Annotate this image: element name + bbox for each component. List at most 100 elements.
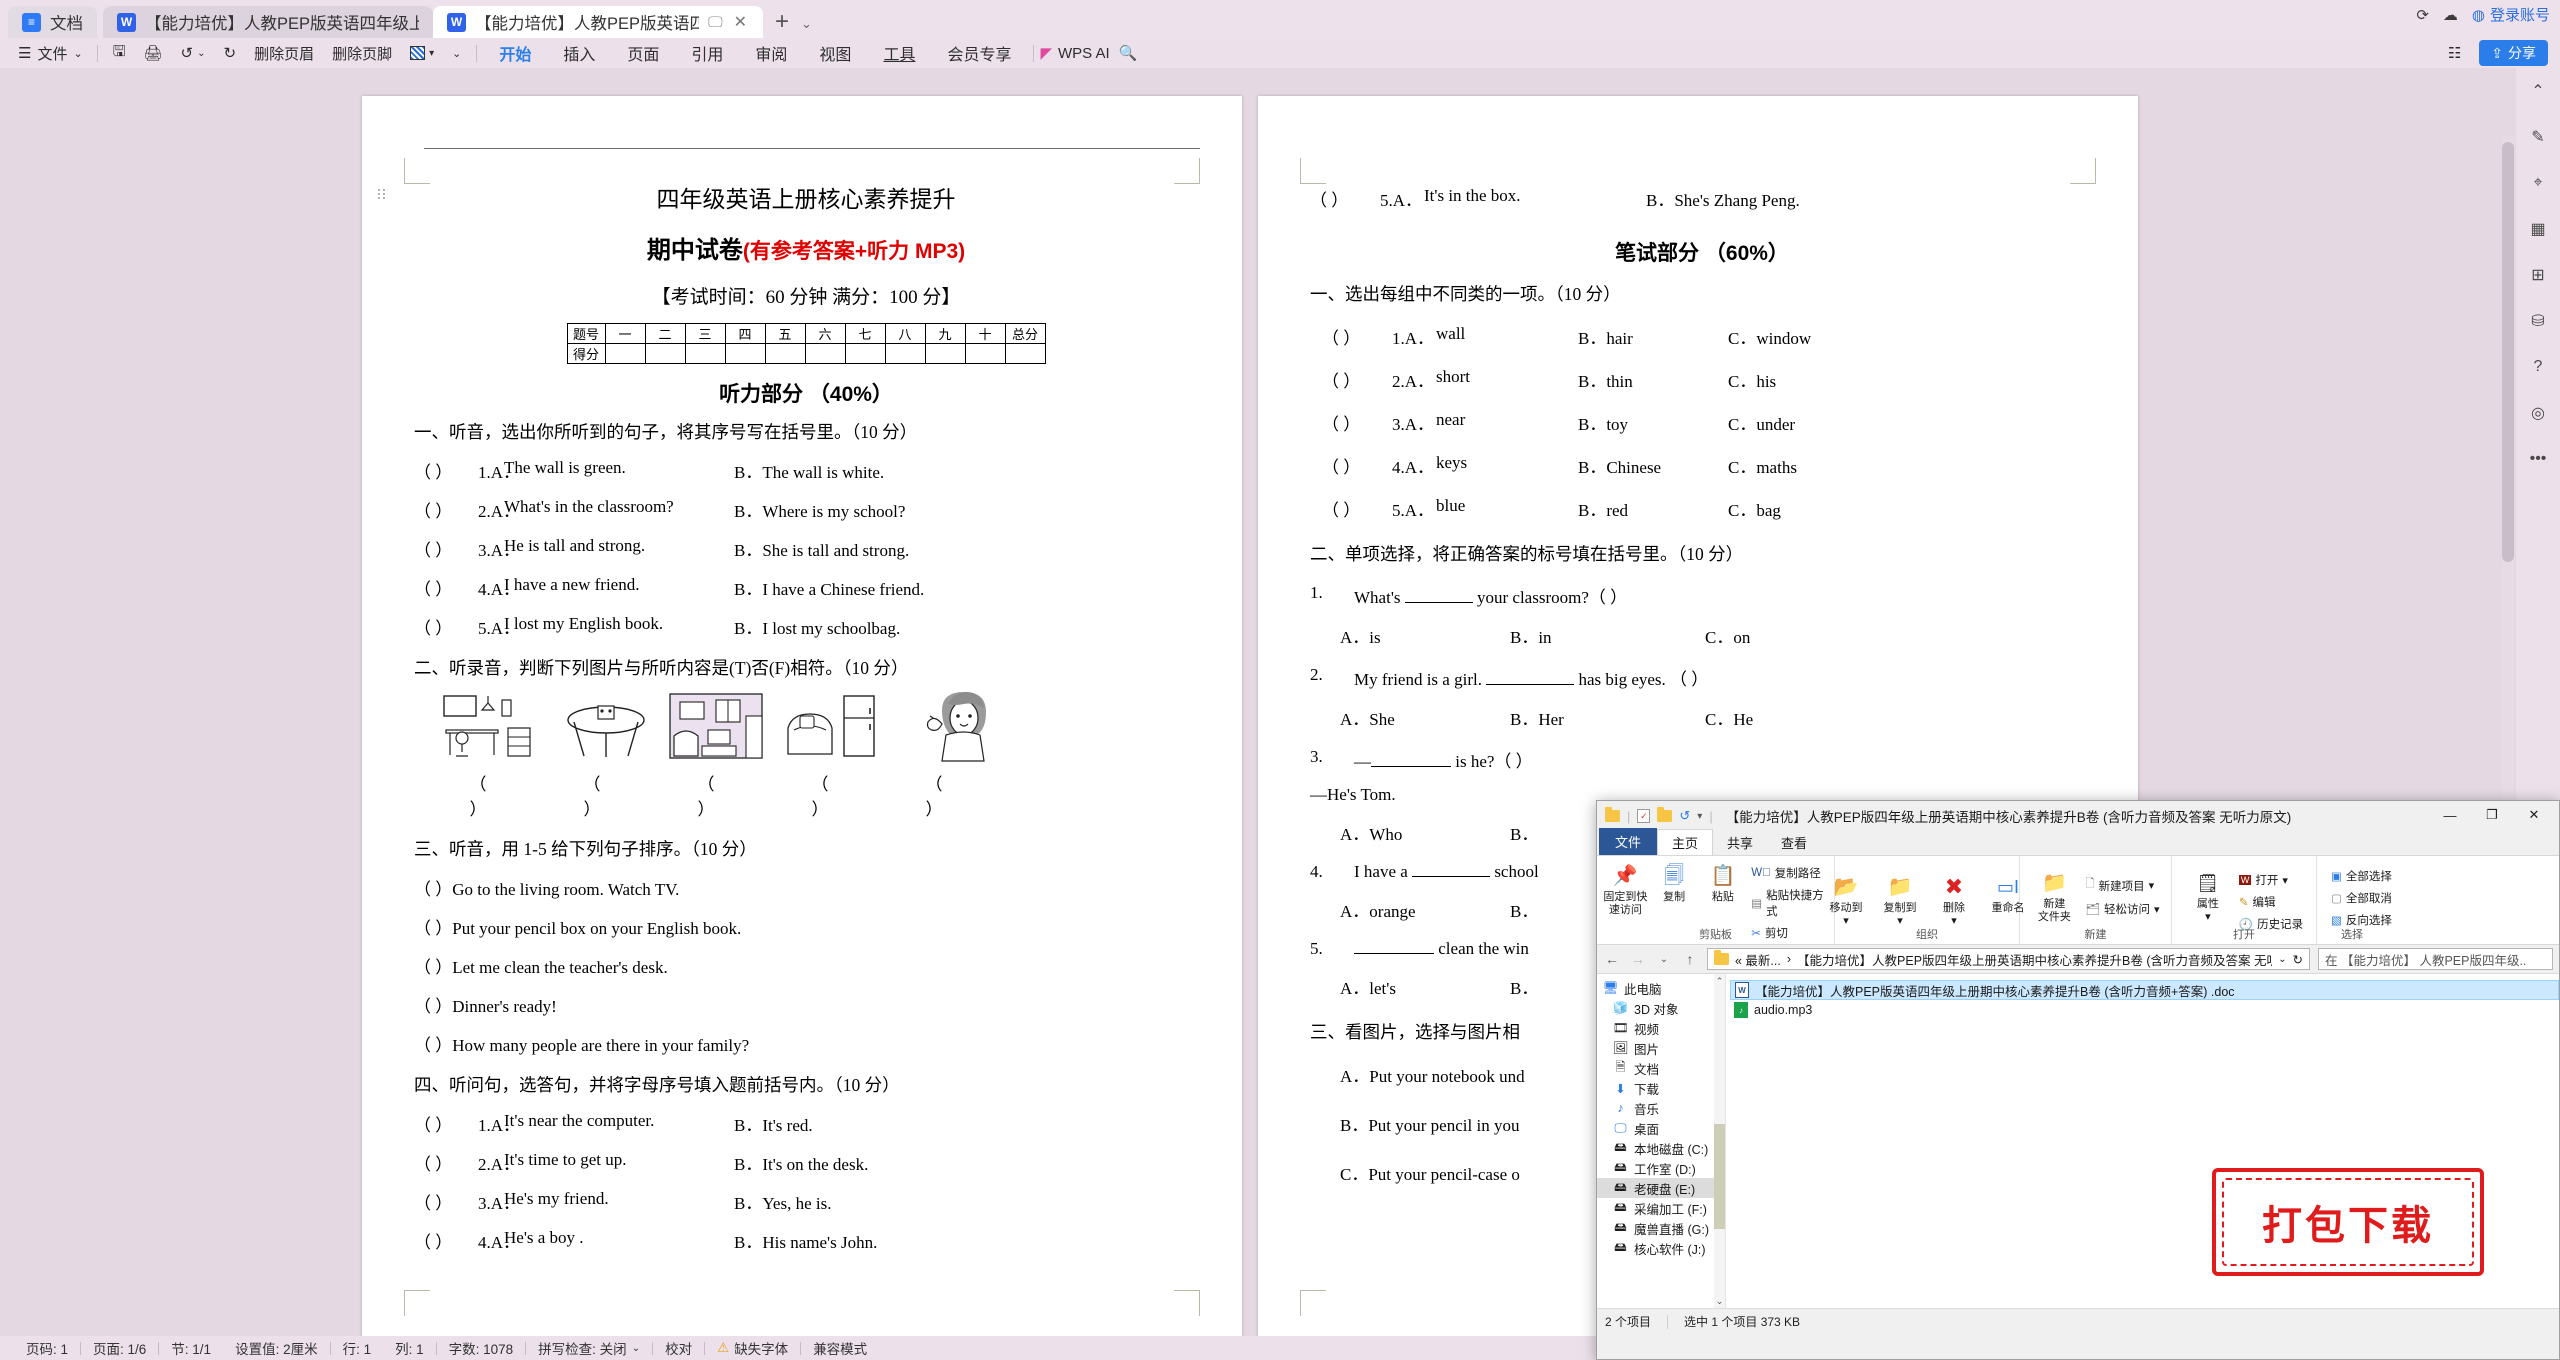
customize-toolbar-button[interactable]: ⌄ xyxy=(443,41,470,65)
nav-item-documents[interactable]: 🗎 文档 xyxy=(1597,1058,1725,1078)
status-pages[interactable]: 页面: 1/6 xyxy=(81,1338,158,1358)
ribbon-tab-tools[interactable]: 工具 xyxy=(867,41,931,65)
nav-item-drive-e[interactable]: 🖴 老硬盘 (E:) xyxy=(1597,1178,1725,1198)
eye-icon[interactable]: ◎ xyxy=(2525,400,2551,426)
navigation-pane[interactable]: 🖥 此电脑 🧊 3D 对象 🎞 视频 🖼 图片 🗎 文档 ⬇ 下载 ♪ 音乐 🖵 桌面 🖴 本地磁… xyxy=(1597,974,1725,1308)
undo-button[interactable]: ↺ ⌄ xyxy=(172,41,215,65)
ribbon-tab-page[interactable]: 页面 xyxy=(611,41,675,65)
new-folder-button[interactable]: 📁 新建 文件夹 xyxy=(2029,866,2079,923)
status-col[interactable]: 列: 1 xyxy=(383,1338,436,1358)
scroll-up-arrow-icon[interactable]: ⌃ xyxy=(1714,974,1725,988)
ribbon-tab-reference[interactable]: 引用 xyxy=(675,41,739,65)
table-icon[interactable]: ⊞ xyxy=(2525,262,2551,288)
status-page-number[interactable]: 页码: 1 xyxy=(14,1338,80,1358)
nav-item-pictures[interactable]: 🖼 图片 xyxy=(1597,1038,1725,1058)
ribbon-tab-start[interactable]: 开始 xyxy=(483,41,547,65)
help-icon[interactable]: ? xyxy=(2525,354,2551,380)
file-explorer-titlebar[interactable]: | ✓ ↺ ▾ | 【能力培优】人教PEP版四年级上册英语期中核心素养提升B卷 … xyxy=(1597,801,2559,831)
status-setting[interactable]: 设置值: 2厘米 xyxy=(223,1338,330,1358)
print-preview-button[interactable]: 🖨 xyxy=(134,41,171,65)
easy-access-button[interactable]: 🗂 轻松访问 ▾ xyxy=(2083,899,2161,919)
open-with-button[interactable]: W 打开 ▾ xyxy=(2237,870,2305,890)
copy-to-button[interactable]: 📁 复制到 ▾ xyxy=(1875,870,1925,927)
close-button[interactable]: ✕ xyxy=(2513,801,2555,829)
address-input[interactable]: « 最新... › 【能力培优】人教PEP版四年级上册英语期中核心素养提升B卷 … xyxy=(1707,948,2310,970)
tab-home[interactable]: 主页 xyxy=(1657,829,1714,855)
cloud-icon[interactable]: ☁ xyxy=(2443,6,2458,24)
delete-header-button[interactable]: 删除页眉 xyxy=(245,41,323,65)
status-proof[interactable]: 校对 xyxy=(653,1338,704,1358)
file-menu-button[interactable]: ☰ 文件 ⌄ xyxy=(10,43,91,64)
forward-button[interactable]: → xyxy=(1629,951,1647,967)
ribbon-tab-member[interactable]: 会员专享 xyxy=(931,41,1027,65)
tab-document-home[interactable]: ≡ 文档 xyxy=(8,6,97,38)
vertical-scrollbar-thumb[interactable] xyxy=(2502,142,2514,562)
shape-icon[interactable]: ▦ xyxy=(2525,216,2551,242)
nav-item-this-pc[interactable]: 🖥 此电脑 xyxy=(1597,978,1725,998)
share-button[interactable]: ⇪ 分享 xyxy=(2479,40,2548,66)
new-tab-button[interactable]: + xyxy=(763,8,801,38)
file-explorer-window[interactable]: | ✓ ↺ ▾ | 【能力培优】人教PEP版四年级上册英语期中核心素养提升B卷 … xyxy=(1596,800,2560,1360)
format-painter-button[interactable]: ▾ xyxy=(401,41,443,65)
folder-icon[interactable] xyxy=(1605,807,1620,822)
recent-locations-chevron-icon[interactable]: ⌄ xyxy=(1655,954,1673,965)
nav-item-3d-objects[interactable]: 🧊 3D 对象 xyxy=(1597,998,1725,1018)
nav-item-downloads[interactable]: ⬇ 下载 xyxy=(1597,1078,1725,1098)
pen-icon[interactable]: ✎ xyxy=(2525,124,2551,150)
document-page-1[interactable]: 四年级英语上册核心素养提升 期中试卷(有参考答案+听力 MP3) 【考试时间：6… xyxy=(362,96,1242,1336)
collapse-icon[interactable]: ⌃ xyxy=(2525,78,2551,104)
nav-item-drive-g[interactable]: 🖴 魔兽直播 (G:) xyxy=(1597,1218,1725,1238)
wps-ai-button[interactable]: ◤ WPS AI xyxy=(1040,44,1109,63)
nav-item-drive-j[interactable]: 🖴 核心软件 (J:) xyxy=(1597,1238,1725,1258)
status-section[interactable]: 节: 1/1 xyxy=(159,1338,223,1358)
chart-icon[interactable]: ⛁ xyxy=(2525,308,2551,334)
status-spellcheck[interactable]: 拼写检查: 关闭 ⌄ xyxy=(526,1338,652,1358)
minimize-button[interactable]: — xyxy=(2429,801,2471,829)
move-to-button[interactable]: 📂 移动到 ▾ xyxy=(1821,870,1871,927)
pin-to-quick-access-button[interactable]: 📌 固定到快 速访问 xyxy=(1603,859,1648,916)
nav-item-music[interactable]: ♪ 音乐 xyxy=(1597,1098,1725,1118)
properties-button[interactable]: 🗒 属性 ▾ xyxy=(2183,866,2233,923)
tab-view[interactable]: 查看 xyxy=(1767,830,1821,855)
nav-item-desktop[interactable]: 🖵 桌面 xyxy=(1597,1118,1725,1138)
paste-button[interactable]: 📋 粘贴 xyxy=(1701,859,1746,904)
copy-path-button[interactable]: W⃞ 复制路径 xyxy=(1749,863,1828,883)
up-button[interactable]: ↑ xyxy=(1681,951,1699,967)
new-folder-icon[interactable] xyxy=(1657,807,1673,822)
monitor-icon[interactable]: 🖵 xyxy=(708,14,722,31)
ribbon-tab-insert[interactable]: 插入 xyxy=(547,41,611,65)
paste-shortcut-button[interactable]: ▤ 粘贴快捷方式 xyxy=(1749,885,1828,921)
maximize-button[interactable]: ❐ xyxy=(2471,801,2513,829)
back-button[interactable]: ← xyxy=(1603,951,1621,967)
nav-scrollbar-thumb[interactable] xyxy=(1714,1124,1725,1229)
tab-list-chevron-icon[interactable]: ⌄ xyxy=(801,16,812,38)
tab-file[interactable]: 文件 xyxy=(1599,828,1658,855)
save-button[interactable]: 🖫 xyxy=(104,41,135,65)
collaborate-icon[interactable]: ☷ xyxy=(2448,44,2461,62)
nav-item-disk-c[interactable]: 🖴 本地磁盘 (C:) xyxy=(1597,1138,1725,1158)
search-input[interactable]: 在 【能力培优】 人教PEP版四年级.. xyxy=(2318,948,2553,970)
breadcrumb-path[interactable]: 【能力培优】人教PEP版四年级上册英语期中核心素养提升B卷 (含听力音频及答案 … xyxy=(1797,950,2272,969)
ribbon-tab-review[interactable]: 审阅 xyxy=(739,41,803,65)
chevron-down-icon[interactable]: ⌄ xyxy=(2278,954,2286,965)
ribbon-tab-view[interactable]: 视图 xyxy=(803,41,867,65)
search-icon[interactable]: 🔍 xyxy=(1110,41,1147,65)
refresh-icon[interactable]: ↻ xyxy=(2293,952,2303,967)
breadcrumb-root[interactable]: « 最新... xyxy=(1735,950,1781,969)
more-icon[interactable]: ••• xyxy=(2525,446,2551,472)
paragraph-handle[interactable] xyxy=(378,189,386,199)
nav-item-drive-f[interactable]: 🖴 采编加工 (F:) xyxy=(1597,1198,1725,1218)
chevron-down-icon[interactable]: ▾ xyxy=(1697,811,1702,822)
delete-footer-button[interactable]: 删除页脚 xyxy=(323,41,401,65)
delete-button[interactable]: ✖ 删除 ▾ xyxy=(1929,870,1979,927)
list-item[interactable]: ♪ audio.mp3 xyxy=(1730,1000,2559,1020)
copy-button[interactable]: 🗐 复制 xyxy=(1652,859,1697,904)
edit-button[interactable]: ✎ 编辑 xyxy=(2237,892,2305,912)
cursor-icon[interactable]: ⌖ xyxy=(2525,170,2551,196)
status-missing-font[interactable]: ⚠ 缺失字体 xyxy=(705,1338,800,1358)
undo-icon[interactable]: ↺ xyxy=(1679,808,1690,824)
select-none-button[interactable]: ▢ 全部取消 xyxy=(2329,888,2394,908)
list-item[interactable]: W 【能力培优】人教PEP版英语四年级上册期中核心素养提升B卷 (含听力音频+答… xyxy=(1730,980,2559,1000)
tab-document-1[interactable]: W 【能力培优】人教PEP版英语四年级上 xyxy=(103,6,433,38)
select-all-button[interactable]: ▣ 全部选择 xyxy=(2329,866,2394,886)
